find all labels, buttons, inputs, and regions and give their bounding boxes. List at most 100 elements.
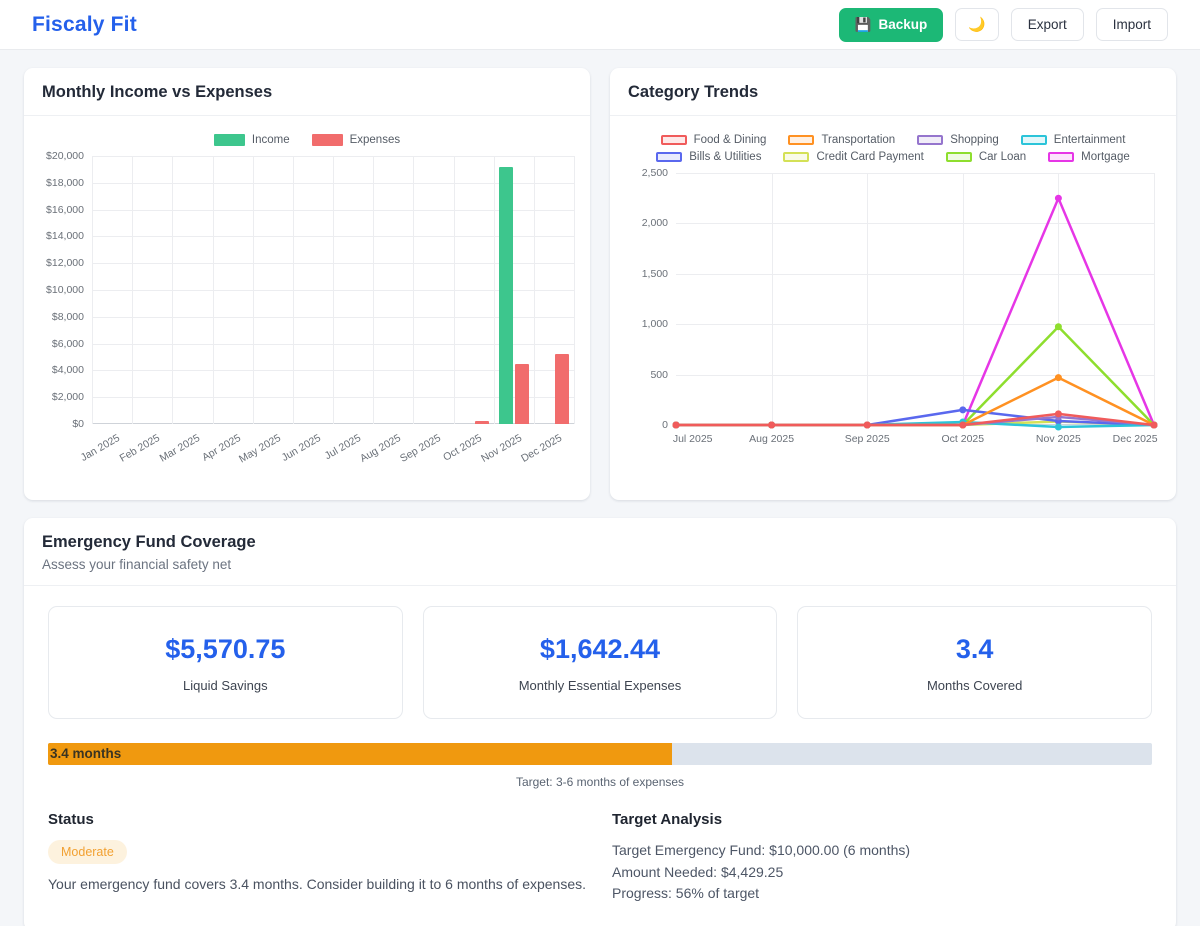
coverage-progress-label: 3.4 months (50, 743, 121, 765)
stats-row: $5,570.75 Liquid Savings $1,642.44 Month… (48, 606, 1152, 719)
stat-liquid-savings: $5,570.75 Liquid Savings (48, 606, 403, 719)
bar-expenses-dec-2025[interactable] (555, 354, 569, 424)
data-point[interactable] (960, 422, 966, 428)
target-fund-line: Target Emergency Fund: $10,000.00 (6 mon… (612, 840, 1152, 862)
legend-swatch (661, 135, 687, 145)
data-point[interactable] (864, 422, 870, 428)
income-expenses-card: Monthly Income vs Expenses Income Expense… (24, 68, 590, 500)
data-point[interactable] (1055, 411, 1061, 417)
data-point[interactable] (1055, 424, 1061, 430)
legend-item[interactable]: Shopping (917, 134, 999, 146)
legend-swatch (788, 135, 814, 145)
floppy-disk-icon: 💾 (855, 17, 872, 33)
data-point[interactable] (673, 422, 679, 428)
moon-icon: 🌙 (968, 16, 985, 32)
legend-swatch (312, 134, 343, 146)
legend-label: Income (252, 134, 290, 146)
line-series-mortgage[interactable] (676, 198, 1154, 425)
emergency-fund-title: Emergency Fund Coverage (42, 533, 1158, 552)
amount-needed-line: Amount Needed: $4,429.25 (612, 862, 1152, 884)
legend-swatch (214, 134, 245, 146)
legend-label: Car Loan (979, 151, 1026, 163)
legend-label: Credit Card Payment (816, 151, 923, 163)
charts-row: Monthly Income vs Expenses Income Expense… (24, 68, 1176, 500)
data-point[interactable] (769, 422, 775, 428)
emergency-fund-body: $5,570.75 Liquid Savings $1,642.44 Month… (24, 586, 1176, 926)
legend-label: Food & Dining (694, 134, 767, 146)
stat-monthly-expenses: $1,642.44 Monthly Essential Expenses (423, 606, 778, 719)
stat-label: Months Covered (808, 678, 1141, 693)
bar-expenses-nov-2025[interactable] (515, 364, 529, 424)
status-heading: Status (48, 811, 588, 828)
legend-label: Mortgage (1081, 151, 1130, 163)
category-trends-card: Category Trends Food & Dining Transportat… (610, 68, 1176, 500)
stat-label: Liquid Savings (59, 678, 392, 693)
legend-label: Shopping (950, 134, 999, 146)
legend-swatch (783, 152, 809, 162)
legend-item[interactable]: Entertainment (1021, 134, 1126, 146)
legend-label: Entertainment (1054, 134, 1126, 146)
legend-item[interactable]: Income (214, 134, 290, 146)
legend-swatch (946, 152, 972, 162)
app-header: Fiscaly Fit 💾 Backup 🌙 Export Import (0, 0, 1200, 50)
category-trends-title: Category Trends (628, 83, 1158, 102)
line-series-car-loan[interactable] (676, 327, 1154, 425)
legend-swatch (656, 152, 682, 162)
stat-months-covered: 3.4 Months Covered (797, 606, 1152, 719)
data-point[interactable] (1151, 422, 1157, 428)
bar-income-nov-2025[interactable] (499, 167, 513, 424)
stat-label: Monthly Essential Expenses (434, 678, 767, 693)
legend-label: Expenses (350, 134, 401, 146)
legend-label: Bills & Utilities (689, 151, 761, 163)
legend-swatch (917, 135, 943, 145)
data-point[interactable] (1055, 324, 1061, 330)
data-point[interactable] (960, 407, 966, 413)
coverage-progress-fill (48, 743, 672, 765)
emergency-fund-header: Emergency Fund Coverage Assess your fina… (24, 518, 1176, 586)
status-badge: Moderate (48, 840, 127, 864)
line-chart-plot[interactable]: 05001,0001,5002,0002,500Jul 2025Aug 2025… (632, 173, 1154, 455)
income-expenses-card-header: Monthly Income vs Expenses (24, 68, 590, 116)
main-content: Monthly Income vs Expenses Income Expense… (0, 50, 1200, 926)
status-column: Status Moderate Your emergency fund cove… (48, 811, 588, 905)
header-actions: 💾 Backup 🌙 Export Import (839, 8, 1168, 42)
bar-expenses-oct-2025[interactable] (475, 421, 489, 424)
legend-item[interactable]: Food & Dining (661, 134, 767, 146)
bar-chart-plot[interactable]: $0$2,000$4,000$6,000$8,000$10,000$12,000… (40, 156, 574, 476)
status-analysis-columns: Status Moderate Your emergency fund cove… (48, 811, 1152, 905)
legend-item[interactable]: Transportation (788, 134, 895, 146)
category-trends-card-header: Category Trends (610, 68, 1176, 116)
category-trends-chart[interactable]: Food & Dining Transportation Shopping Enter… (610, 116, 1176, 455)
bar-chart-legend: Income Expenses (38, 126, 576, 156)
legend-item[interactable]: Expenses (312, 134, 401, 146)
legend-item[interactable]: Mortgage (1048, 151, 1130, 163)
theme-toggle-button[interactable]: 🌙 (955, 8, 998, 41)
data-point[interactable] (1055, 195, 1061, 201)
legend-item[interactable]: Bills & Utilities (656, 151, 761, 163)
stat-value: $5,570.75 (59, 634, 392, 665)
target-analysis-heading: Target Analysis (612, 811, 1152, 828)
stat-value: $1,642.44 (434, 634, 767, 665)
status-message: Your emergency fund covers 3.4 months. C… (48, 874, 588, 895)
legend-swatch (1021, 135, 1047, 145)
coverage-target-caption: Target: 3-6 months of expenses (48, 775, 1152, 789)
legend-item[interactable]: Credit Card Payment (783, 151, 923, 163)
legend-label: Transportation (821, 134, 895, 146)
data-point[interactable] (1055, 375, 1061, 381)
target-analysis-column: Target Analysis Target Emergency Fund: $… (612, 811, 1152, 905)
emergency-fund-card: Emergency Fund Coverage Assess your fina… (24, 518, 1176, 926)
income-expenses-title: Monthly Income vs Expenses (42, 83, 572, 102)
coverage-progress-bar: 3.4 months (48, 743, 1152, 765)
line-chart-legend: Food & Dining Transportation Shopping Enter… (624, 126, 1162, 173)
backup-button[interactable]: 💾 Backup (839, 8, 944, 42)
emergency-fund-subtitle: Assess your financial safety net (42, 557, 1158, 572)
import-button[interactable]: Import (1096, 8, 1168, 41)
income-expenses-chart[interactable]: Income Expenses $0$2,000$4,000$6,000$8,00… (24, 116, 590, 476)
export-button[interactable]: Export (1011, 8, 1084, 41)
stat-value: 3.4 (808, 634, 1141, 665)
progress-line: Progress: 56% of target (612, 883, 1152, 905)
legend-item[interactable]: Car Loan (946, 151, 1026, 163)
backup-button-label: Backup (878, 17, 927, 32)
legend-swatch (1048, 152, 1074, 162)
app-title: Fiscaly Fit (32, 13, 137, 37)
